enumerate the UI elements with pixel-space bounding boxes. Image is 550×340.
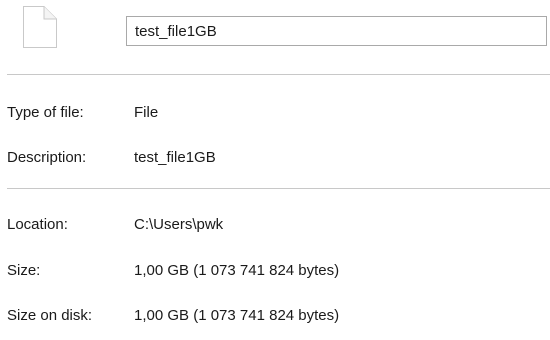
location-label: Location:: [7, 216, 68, 233]
section-divider: [7, 74, 550, 75]
section-divider: [7, 188, 550, 189]
file-name-input[interactable]: [126, 16, 547, 46]
type-of-file-value: File: [134, 104, 159, 121]
description-label: Description:: [7, 149, 87, 166]
size-label: Size:: [7, 262, 41, 279]
size-value: 1,00 GB (1 073 741 824 bytes): [134, 262, 340, 279]
type-of-file-label: Type of file:: [7, 104, 84, 121]
size-on-disk-label: Size on disk:: [7, 307, 93, 324]
location-value: C:\Users\pwk: [134, 216, 224, 233]
size-on-disk-value: 1,00 GB (1 073 741 824 bytes): [134, 307, 340, 324]
description-value: test_file1GB: [134, 149, 216, 166]
blank-document-icon: [20, 5, 60, 49]
